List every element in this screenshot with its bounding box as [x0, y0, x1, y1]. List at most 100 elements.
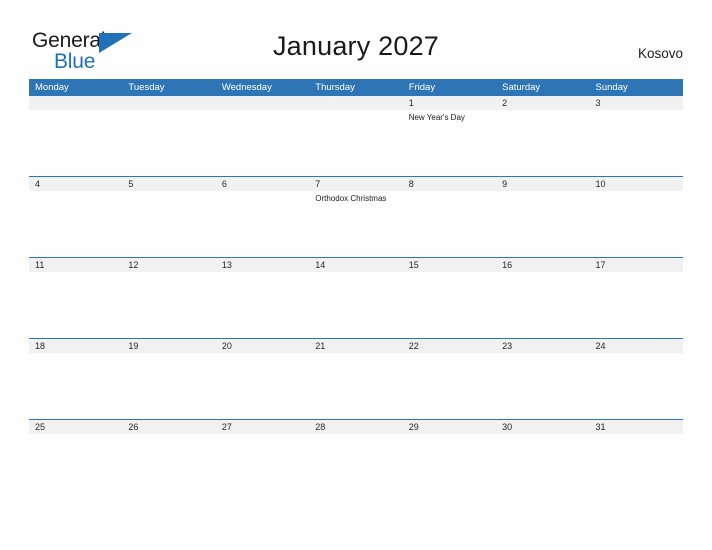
- day-number[interactable]: 11: [29, 258, 122, 272]
- day-number[interactable]: 26: [122, 420, 215, 434]
- day-events-empty: [29, 434, 122, 500]
- weekday-monday: Monday: [35, 82, 69, 93]
- day-number[interactable]: 19: [122, 339, 215, 353]
- weekday-header-row: Monday Tuesday Wednesday Thursday Friday…: [29, 79, 683, 96]
- day-events-empty: [496, 191, 589, 257]
- day-events-empty: [309, 110, 402, 176]
- day-number[interactable]: 20: [216, 339, 309, 353]
- day-events-empty: [590, 353, 683, 419]
- day-events-empty: [590, 110, 683, 176]
- week-date-strip: 123: [29, 96, 683, 110]
- day-events-empty: [216, 191, 309, 257]
- day-number[interactable]: 13: [216, 258, 309, 272]
- day-number[interactable]: 30: [496, 420, 589, 434]
- day-events-empty: [122, 353, 215, 419]
- day-events-empty: [29, 272, 122, 338]
- day-number[interactable]: 15: [403, 258, 496, 272]
- day-number[interactable]: 4: [29, 177, 122, 191]
- day-events-empty: [496, 434, 589, 500]
- day-number[interactable]: 7: [309, 177, 402, 191]
- calendar-week-row: 4 5 6 7 8 9 10 Orthodox Christmas: [29, 176, 683, 257]
- day-events-empty: [122, 191, 215, 257]
- day-events-empty: [29, 110, 122, 176]
- day-number[interactable]: 28: [309, 420, 402, 434]
- day-number[interactable]: 27: [216, 420, 309, 434]
- day-events-empty: [403, 191, 496, 257]
- week-date-strip: 25 26 27 28 29 30 31: [29, 420, 683, 434]
- weekday-sunday: Sunday: [595, 82, 628, 93]
- day-events-empty: [309, 434, 402, 500]
- day-number[interactable]: 23: [496, 339, 589, 353]
- day-events-empty: [309, 353, 402, 419]
- day-number-empty: [29, 96, 122, 110]
- day-number[interactable]: 17: [590, 258, 683, 272]
- day-number[interactable]: 14: [309, 258, 402, 272]
- day-events-empty: [122, 434, 215, 500]
- day-number[interactable]: 8: [403, 177, 496, 191]
- day-events-empty: [496, 353, 589, 419]
- day-events-empty: [590, 272, 683, 338]
- day-events-empty: [216, 353, 309, 419]
- day-number[interactable]: 31: [590, 420, 683, 434]
- day-events-empty: [122, 110, 215, 176]
- day-events-empty: [590, 434, 683, 500]
- holiday-label: Orthodox Christmas: [315, 194, 387, 203]
- day-number[interactable]: 2: [496, 96, 589, 110]
- day-events-empty: [403, 353, 496, 419]
- week-date-strip: 11 12 13 14 15 16 17: [29, 258, 683, 272]
- day-number[interactable]: 22: [403, 339, 496, 353]
- weekday-tuesday: Tuesday: [128, 82, 165, 93]
- day-number[interactable]: 5: [122, 177, 215, 191]
- day-events-empty: [496, 272, 589, 338]
- country-label: Kosovo: [637, 46, 683, 61]
- day-events-empty: [403, 434, 496, 500]
- day-events-empty: [216, 272, 309, 338]
- weekday-saturday: Saturday: [502, 82, 541, 93]
- day-number[interactable]: 9: [496, 177, 589, 191]
- weekday-wednesday: Wednesday: [221, 82, 272, 93]
- day-events-empty: [309, 272, 402, 338]
- day-events-empty: [122, 272, 215, 338]
- day-number[interactable]: 12: [122, 258, 215, 272]
- week-date-strip: 18 19 20 21 22 23 24: [29, 339, 683, 353]
- day-number[interactable]: 18: [29, 339, 122, 353]
- week-event-strip: [29, 353, 683, 419]
- day-events-empty: [29, 353, 122, 419]
- week-event-strip: Orthodox Christmas: [29, 191, 683, 257]
- calendar-page: General Blue January 2027 Kosovo Monday …: [0, 0, 712, 550]
- day-number-empty: [309, 96, 402, 110]
- day-number[interactable]: 24: [590, 339, 683, 353]
- day-number[interactable]: 6: [216, 177, 309, 191]
- week-event-strip: New Year's Day: [29, 110, 683, 176]
- day-number[interactable]: 1: [403, 96, 496, 110]
- page-header: General Blue January 2027 Kosovo: [0, 0, 712, 76]
- calendar-grid: Monday Tuesday Wednesday Thursday Friday…: [29, 79, 683, 500]
- day-events[interactable]: New Year's Day: [403, 110, 496, 176]
- day-events-empty: [29, 191, 122, 257]
- calendar-week-row: 25 26 27 28 29 30 31: [29, 419, 683, 500]
- day-events-empty: [403, 272, 496, 338]
- day-events-empty: [496, 110, 589, 176]
- day-number-empty: [216, 96, 309, 110]
- day-number[interactable]: 16: [496, 258, 589, 272]
- day-events[interactable]: Orthodox Christmas: [309, 191, 402, 257]
- weekday-friday: Friday: [408, 82, 436, 93]
- day-number[interactable]: 21: [309, 339, 402, 353]
- weekday-thursday: Thursday: [315, 82, 355, 93]
- day-number[interactable]: 25: [29, 420, 122, 434]
- calendar-weeks: 1 2 3 New Year's Day 4 5 6 7 8 9 10 Orthodox Christ…: [29, 96, 683, 500]
- calendar-week-row: 1 2 3 New Year's Day: [29, 96, 683, 176]
- holiday-label: New Year's Day: [408, 113, 465, 122]
- day-number-empty: [122, 96, 215, 110]
- day-number[interactable]: 10: [590, 177, 683, 191]
- day-number[interactable]: 29: [403, 420, 496, 434]
- day-events-empty: [216, 434, 309, 500]
- page-title: January 2027: [272, 31, 440, 61]
- day-events-empty: [216, 110, 309, 176]
- week-date-strip: 4 5 6 7 8 9 10: [29, 177, 683, 191]
- week-event-strip: [29, 272, 683, 338]
- week-event-strip: [29, 434, 683, 500]
- day-number[interactable]: 3: [590, 96, 683, 110]
- calendar-week-row: 11 12 13 14 15 16 17: [29, 257, 683, 338]
- calendar-week-row: 18 19 20 21 22 23 24: [29, 338, 683, 419]
